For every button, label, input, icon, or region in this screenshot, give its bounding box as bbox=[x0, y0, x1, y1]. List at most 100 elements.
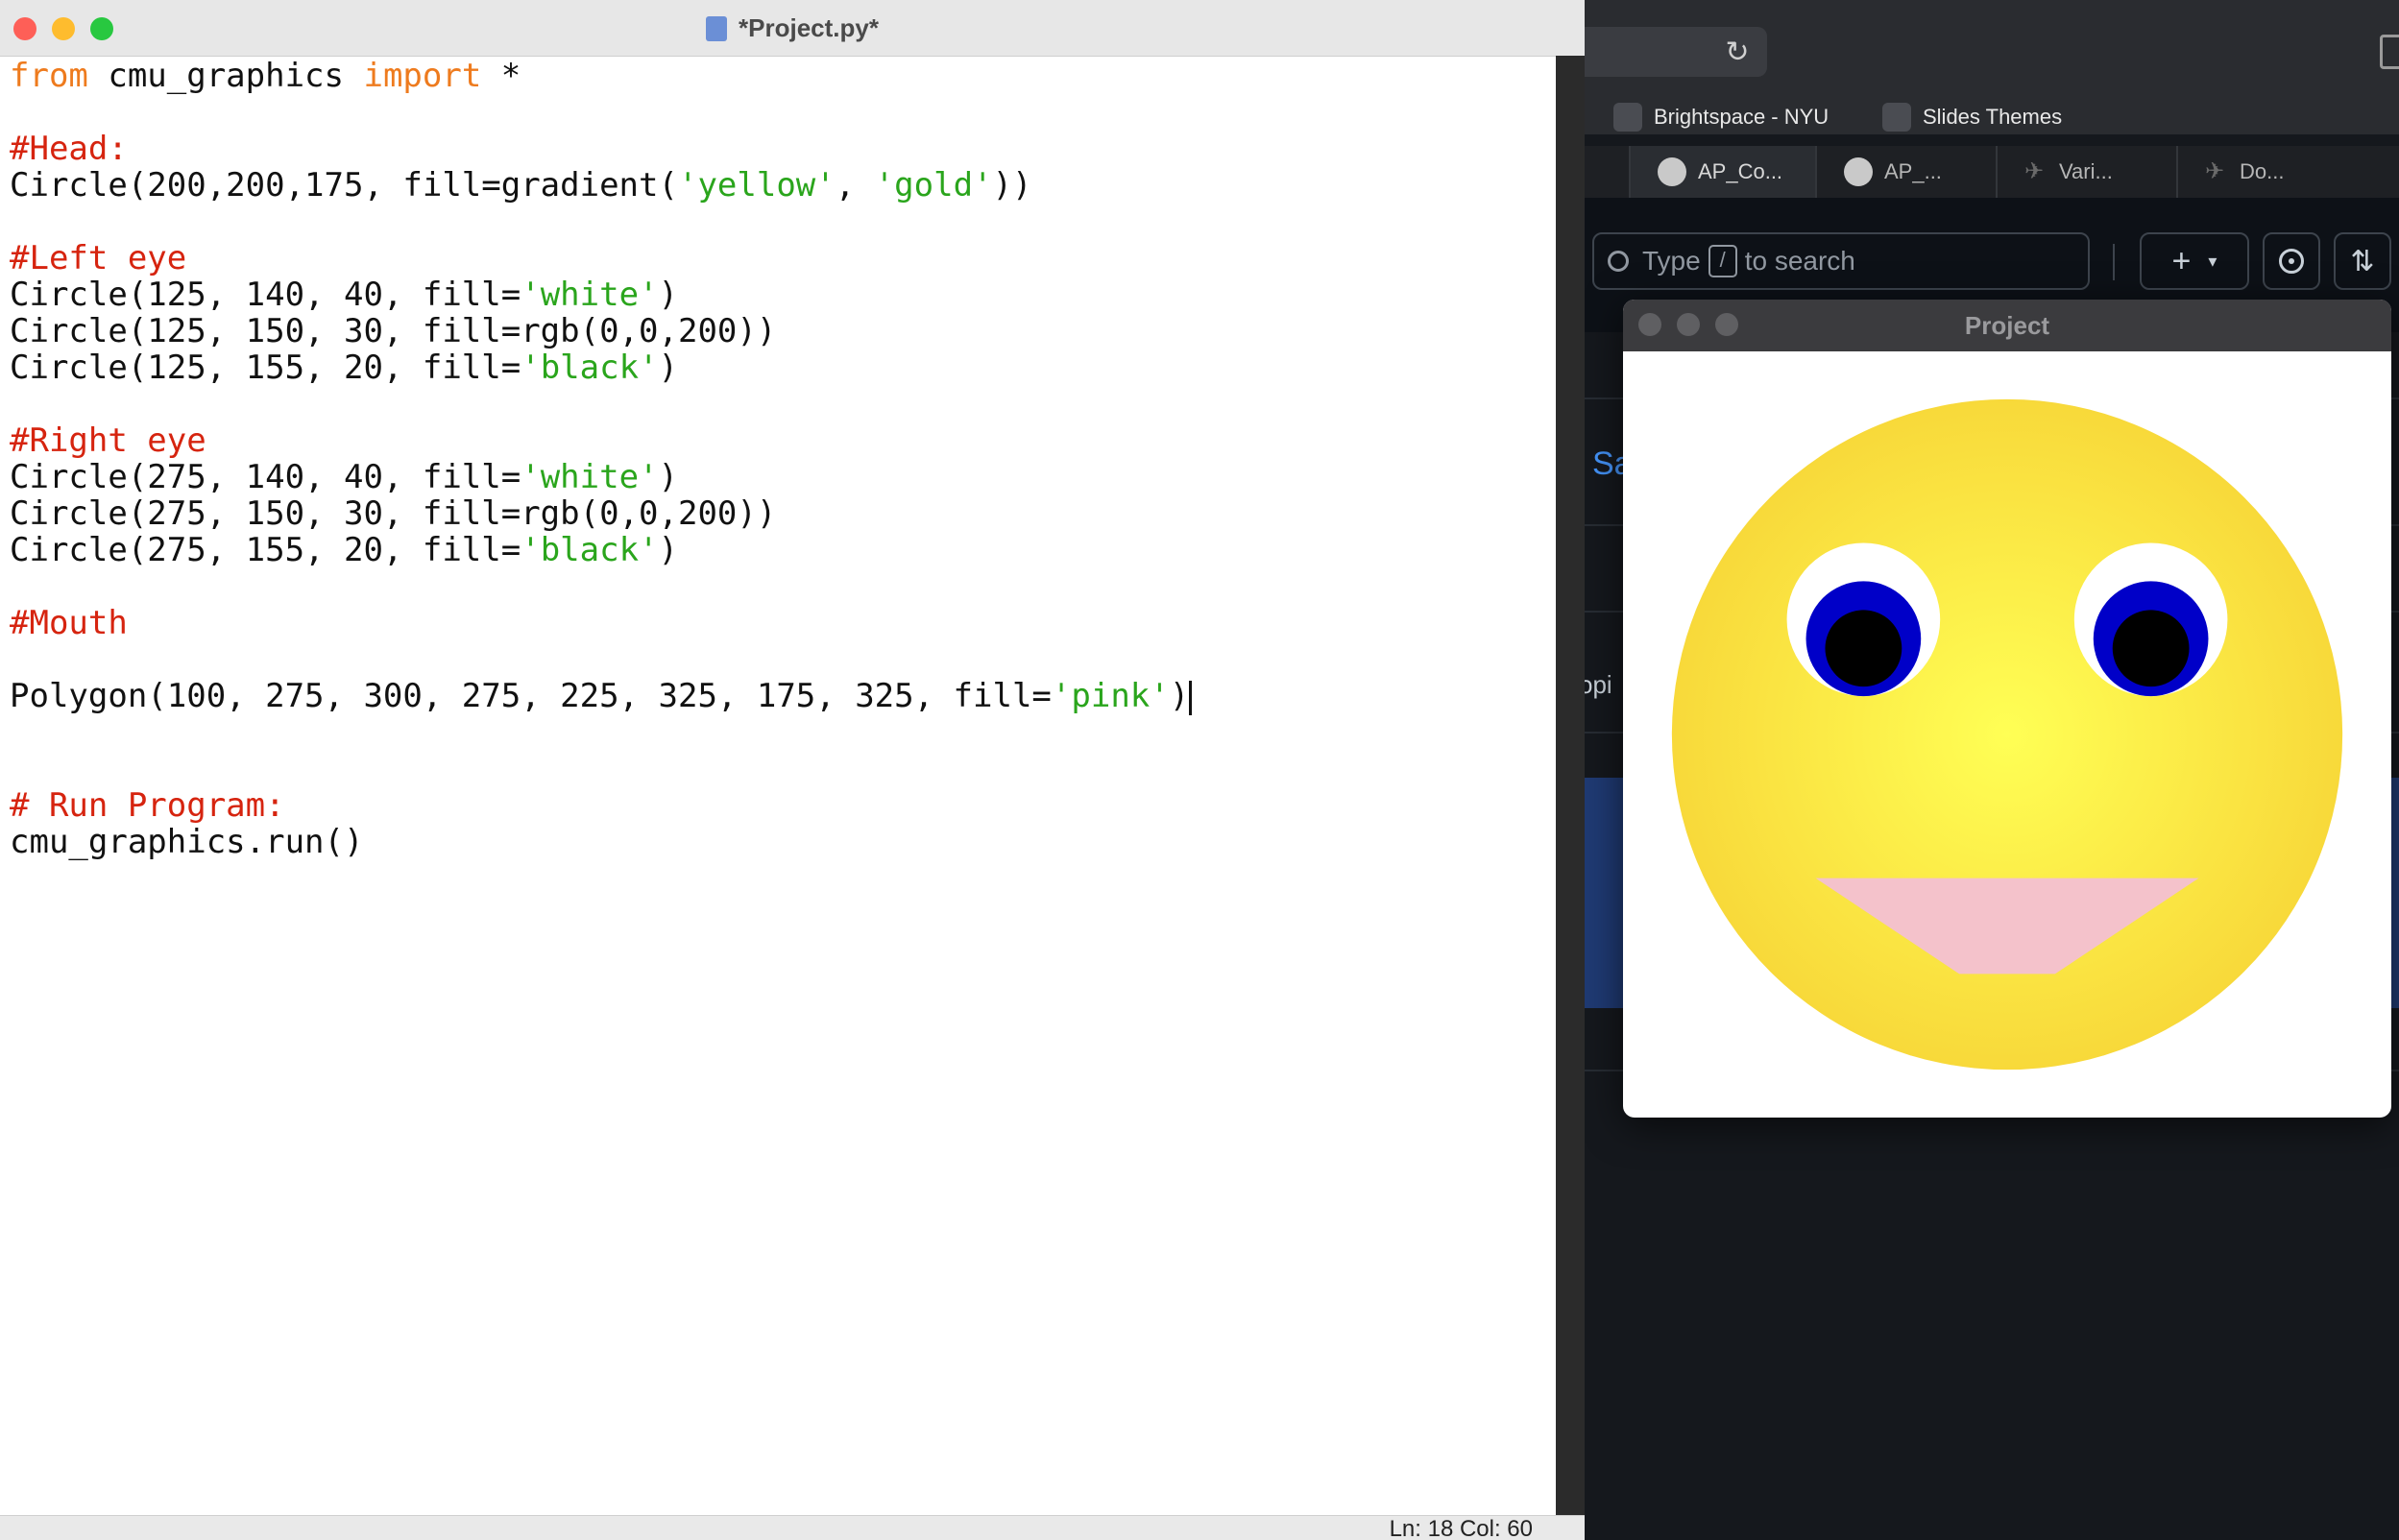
left-eye-pupil bbox=[1825, 610, 1902, 687]
code-line[interactable]: #Head: bbox=[10, 131, 128, 167]
window-title: *Project.py* bbox=[0, 0, 1585, 56]
code-line[interactable]: Circle(275, 155, 20, fill='black') bbox=[10, 532, 678, 568]
code-token: ) bbox=[658, 458, 678, 496]
code-token: Circle(275, 140, 40, fill= bbox=[10, 458, 521, 496]
bookmark-slides-themes[interactable]: Slides Themes bbox=[1882, 100, 2062, 134]
github-icon bbox=[1658, 157, 1686, 186]
bookmarks-bar: Brightspace - NYU Slides Themes bbox=[1575, 100, 2399, 134]
browser-tab-2[interactable]: AP_... bbox=[1815, 146, 1996, 198]
browser-tab-3[interactable]: ✈ Vari... bbox=[1996, 146, 2176, 198]
code-line[interactable]: Polygon(100, 275, 300, 275, 225, 325, 17… bbox=[10, 677, 1193, 715]
reload-icon[interactable]: ↻ bbox=[1725, 38, 1750, 67]
comment-token: #Head: bbox=[10, 130, 128, 168]
code-line[interactable]: from cmu_graphics import * bbox=[10, 58, 521, 94]
code-line[interactable]: #Right eye bbox=[10, 422, 206, 459]
pull-requests-button[interactable]: ⇅ bbox=[2334, 232, 2391, 290]
keyword-token: import bbox=[363, 57, 482, 95]
bird-icon: ✈ bbox=[2205, 158, 2225, 184]
code-line[interactable]: #Mouth bbox=[10, 605, 128, 641]
code-line[interactable]: Circle(125, 155, 20, fill='black') bbox=[10, 349, 678, 386]
code-line[interactable]: Circle(275, 150, 30, fill=rgb(0,0,200)) bbox=[10, 495, 776, 532]
github-icon bbox=[1844, 157, 1873, 186]
code-token: Polygon(100, 275, 300, 275, 225, 325, 17… bbox=[10, 677, 1052, 715]
bookmark-label: Brightspace - NYU bbox=[1654, 105, 1830, 129]
github-search[interactable]: Type / to search bbox=[1592, 232, 2090, 290]
comment-token: # Run Program: bbox=[10, 786, 285, 825]
code-token: * bbox=[481, 57, 521, 95]
scrollbar[interactable] bbox=[1556, 56, 1585, 1515]
bookmark-label: Slides Themes bbox=[1923, 105, 2063, 129]
window-title-text: *Project.py* bbox=[739, 13, 879, 42]
brightspace-icon bbox=[1613, 103, 1642, 132]
bookmark-brightspace[interactable]: Brightspace - NYU bbox=[1613, 100, 1829, 134]
code-token: cmu_graphics.run() bbox=[10, 823, 364, 861]
slides-themes-icon bbox=[1882, 103, 1911, 132]
cursor-position: Ln: 18 Col: 60 bbox=[1389, 1516, 1533, 1540]
code-token: ) bbox=[658, 276, 678, 314]
string-token: 'black' bbox=[521, 349, 659, 387]
code-token: ) bbox=[1169, 677, 1190, 715]
project-window: Project bbox=[1623, 300, 2391, 1118]
tab-bar: AP_Co... AP_... ✈ Vari... ✈ Do... bbox=[1575, 146, 2399, 198]
editor-window: *Project.py* from cmu_graphics import * #… bbox=[0, 0, 1585, 1540]
status-bar: Ln: 18 Col: 60 bbox=[0, 1515, 1585, 1540]
code-token: Circle(125, 150, 30, fill=rgb(0,0,200)) bbox=[10, 312, 777, 350]
string-token: 'pink' bbox=[1051, 677, 1170, 715]
string-token: 'white' bbox=[521, 458, 659, 496]
divider bbox=[2113, 244, 2115, 280]
code-token: Circle(275, 150, 30, fill=rgb(0,0,200)) bbox=[10, 494, 777, 533]
browser-tab-4[interactable]: ✈ Do... bbox=[2176, 146, 2359, 198]
tab-label: Vari... bbox=[2059, 159, 2113, 183]
slash-key-hint: / bbox=[1708, 245, 1737, 277]
string-token: 'white' bbox=[521, 276, 659, 314]
code-token: )) bbox=[992, 166, 1032, 205]
comment-token: #Right eye bbox=[10, 421, 206, 460]
string-token: 'gold' bbox=[874, 166, 993, 205]
code-line[interactable]: cmu_graphics.run() bbox=[10, 824, 363, 860]
code-line[interactable]: # Run Program: bbox=[10, 787, 285, 824]
code-token: Circle(125, 155, 20, fill= bbox=[10, 349, 521, 387]
search-placeholder-suffix: to search bbox=[1744, 246, 1855, 276]
editor-titlebar: *Project.py* bbox=[0, 0, 1585, 57]
tab-label: AP_... bbox=[1884, 159, 1942, 183]
plus-icon: + bbox=[2171, 242, 2192, 279]
tab-label: Do... bbox=[2240, 159, 2285, 183]
browser-toolbar: ↻ bbox=[1575, 0, 2399, 100]
code-token: ) bbox=[658, 531, 678, 569]
string-token: 'yellow' bbox=[677, 166, 836, 205]
pull-request-icon: ⇅ bbox=[2350, 245, 2375, 277]
string-token: 'black' bbox=[521, 531, 659, 569]
search-placeholder: Type bbox=[1642, 246, 1701, 276]
code-token: , bbox=[835, 166, 875, 205]
text-caret bbox=[1189, 680, 1193, 715]
browser-tab-1[interactable]: AP_Co... bbox=[1629, 146, 1815, 198]
code-line[interactable]: Circle(275, 140, 40, fill='white') bbox=[10, 459, 678, 495]
code-token: ) bbox=[658, 349, 678, 387]
code-editor[interactable]: from cmu_graphics import * #Head: Circle(2… bbox=[10, 58, 1546, 1498]
window-title: Project bbox=[1964, 311, 2050, 340]
code-line[interactable]: #Left eye bbox=[10, 240, 186, 277]
issues-button[interactable] bbox=[2263, 232, 2320, 290]
create-new-button[interactable]: + ▾ bbox=[2140, 232, 2249, 290]
project-titlebar: Project bbox=[1623, 300, 2391, 351]
comment-token: #Left eye bbox=[10, 239, 187, 277]
caret-down-icon: ▾ bbox=[2208, 251, 2217, 271]
comment-token: #Mouth bbox=[10, 604, 128, 642]
code-token: Circle(125, 140, 40, fill= bbox=[10, 276, 521, 314]
code-token: Circle(200,200,175, fill=gradient( bbox=[10, 166, 678, 205]
right-eye-pupil bbox=[2112, 610, 2190, 687]
tab-label: AP_Co... bbox=[1698, 159, 1783, 183]
graphics-canvas[interactable] bbox=[1623, 351, 2391, 1118]
code-line[interactable]: Circle(200,200,175, fill=gradient('yello… bbox=[10, 167, 1031, 204]
code-line[interactable]: Circle(125, 150, 30, fill=rgb(0,0,200)) bbox=[10, 313, 776, 349]
code-token: cmu_graphics bbox=[87, 57, 364, 95]
bird-icon: ✈ bbox=[2024, 158, 2045, 184]
smiley-face bbox=[1671, 398, 2343, 1071]
keyword-token: from bbox=[10, 57, 88, 95]
code-token: Circle(275, 155, 20, fill= bbox=[10, 531, 521, 569]
search-icon bbox=[1608, 251, 1629, 272]
share-icon[interactable] bbox=[2380, 35, 2399, 69]
python-file-icon bbox=[706, 16, 728, 41]
code-line[interactable]: Circle(125, 140, 40, fill='white') bbox=[10, 277, 678, 313]
issues-icon bbox=[2279, 249, 2304, 274]
